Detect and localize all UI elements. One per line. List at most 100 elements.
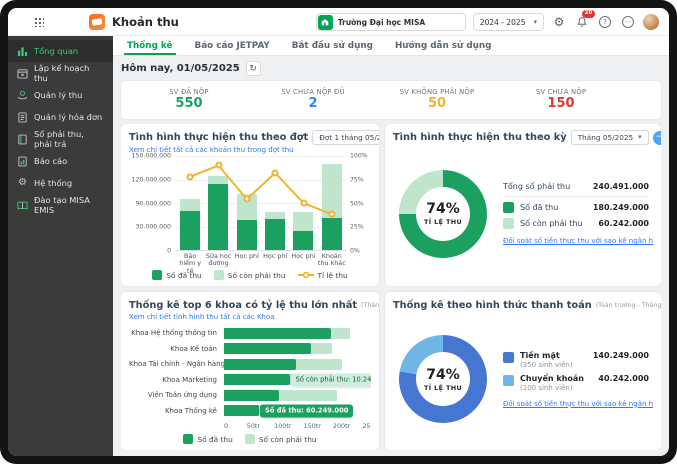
ledger-icon	[17, 134, 28, 145]
donut2-label: TỈ LỆ THU	[424, 384, 462, 392]
panel4-stats: Tiền mặt(350 sinh viên) 140.249.000 Chuyển…	[503, 351, 651, 408]
panel3-detail-link[interactable]: Xem chi tiết tình hình thu tất cả các Kh…	[129, 313, 371, 321]
percent-tick: 75%	[350, 176, 364, 183]
tab-4[interactable]: Hướng dẫn sử dụng	[384, 36, 503, 55]
legend-item: Số còn phải thu	[214, 270, 286, 280]
content: Hôm nay, 01/05/2025 ↻ SV ĐÃ NỘP550SV CHƯ…	[113, 56, 669, 456]
sidebar-item-2[interactable]: Lập kế hoạch thu	[8, 62, 113, 84]
rate-point	[300, 200, 307, 207]
user-avatar[interactable]	[643, 14, 659, 30]
rate-point	[272, 169, 279, 176]
legend-row: Số đã thu 180.249.000	[503, 202, 649, 213]
refresh-button[interactable]: ↻	[246, 61, 261, 76]
sidebar-item-1[interactable]: Tổng quan	[8, 40, 113, 62]
payment-method-count: (350 sinh viên)	[520, 361, 573, 369]
panel4-subtitle: (Toàn trường - Tháng 05/2025)	[596, 302, 661, 309]
school-year-value: 2024 - 2025	[480, 18, 526, 27]
report-icon	[17, 156, 28, 167]
khoa-row: Khoa Kế toán	[129, 343, 371, 354]
sidebar-item-label: Đào tạo MISA EMIS	[34, 195, 104, 215]
payment-method-name: Tiền mặt	[520, 351, 573, 360]
chart-plot-area	[176, 156, 346, 251]
bar-track	[224, 343, 371, 354]
line-swatch	[298, 271, 314, 279]
tab-bar: Thống kêBáo cáo JETPAYBắt đầu sử dụngHướ…	[113, 36, 669, 56]
percent-tick: 0%	[350, 248, 360, 255]
panel-thu-theo-ky: Tình hình thực hiện thu theo kỳ Tháng 05…	[385, 124, 661, 286]
payment-method-info: Chuyển khoản(100 sinh viên)	[520, 374, 584, 392]
y-tick: 120.000.000	[132, 176, 171, 183]
khoa-row: Khoa MarketingSố còn phải thu: 10.242.00…	[129, 374, 371, 385]
x-tick: 250tr	[362, 422, 371, 430]
sidebar-item-4[interactable]: Quản lý hóa đơn	[8, 106, 113, 128]
tab-2[interactable]: Báo cáo JETPAY	[184, 36, 281, 55]
stacked-bar-line-chart: 150.000.000120.000.00090.000.00030.000.0…	[129, 156, 371, 268]
y-axis-labels: 150.000.000120.000.00090.000.00030.000.0…	[129, 156, 176, 251]
donut1-percent: 74%	[426, 201, 460, 217]
reconcile-link[interactable]: Đối soát số tiền thực thu với sao kê ngâ…	[503, 237, 649, 245]
school-year-dropdown[interactable]: 2024 - 2025 ▾	[473, 13, 544, 31]
x-tick: 150tr	[304, 422, 321, 430]
legend-swatch	[503, 202, 514, 213]
payment-method-value: 140.249.000	[593, 351, 649, 360]
settings-button[interactable]: ⚙	[551, 14, 567, 30]
khoa-label: Khoa Thống kê	[129, 407, 224, 415]
legend-label: Số đã thu	[197, 435, 232, 444]
panel-hinh-thuc-thanh-toan: Thống kê theo hình thức thanh toán (Toàn…	[385, 292, 661, 450]
tab-3[interactable]: Bắt đầu sử dụng	[281, 36, 384, 55]
sidebar-item-8[interactable]: Đào tạo MISA EMIS	[8, 194, 113, 216]
khoa-row: Viện Toán ứng dụng	[129, 390, 371, 401]
panel-top-khoa: Thống kê top 6 khoa có tỷ lệ thu lớn nhấ…	[121, 292, 379, 450]
help-button[interactable]: ?	[597, 14, 613, 30]
panel2-go-button[interactable]: →	[653, 131, 661, 145]
collected-bar	[224, 374, 290, 385]
bar-track	[224, 328, 371, 339]
date-row: Hôm nay, 01/05/2025 ↻	[121, 61, 661, 76]
sidebar-item-label: Sổ phải thu, phải trả	[34, 129, 104, 149]
sidebar-item-label: Lập kế hoạch thu	[34, 63, 104, 83]
reconcile-link[interactable]: Đối soát số tiền thực thu với sao kê ngâ…	[503, 400, 649, 408]
more-button[interactable]: ⋯	[620, 14, 636, 30]
school-selector[interactable]: Trường Đại học MISA	[316, 13, 466, 31]
dashboard-grid: Tình hình thực hiện thu theo đợt Đợt 1 t…	[121, 124, 661, 450]
sidebar-item-6[interactable]: Báo cáo	[8, 150, 113, 172]
collected-bar	[224, 390, 279, 401]
legend-value: 180.249.000	[593, 203, 649, 212]
horizontal-bar-chart: Khoa Hệ thống thông tinKhoa Kế toánKhoa …	[129, 323, 371, 432]
total-label: Tổng số phải thu	[503, 182, 570, 191]
stat-4: SV CHƯA NỘP150	[499, 88, 623, 111]
sidebar-item-label: Hệ thống	[34, 178, 72, 188]
collected-bar	[224, 405, 259, 416]
x-tick: 200tr	[333, 422, 350, 430]
rate-point	[215, 162, 222, 169]
payment-method-count: (100 sinh viên)	[520, 384, 584, 392]
legend-label: Số còn phải thu	[520, 219, 583, 228]
app-grid-menu-icon[interactable]	[34, 17, 44, 27]
sidebar-item-label: Quản lý thu	[34, 90, 82, 100]
dot-thu-dropdown[interactable]: Đợt 1 tháng 05/2025 ▾	[312, 130, 379, 145]
student-payment-stats-card: SV ĐÃ NỘP550SV CHƯA NỘP ĐỦ2SV KHÔNG PHẢI…	[121, 81, 661, 119]
stat-label: SV ĐÃ NỘP	[127, 88, 251, 96]
panel3-title: Thống kê top 6 khoa có tỷ lệ thu lớn nhấ…	[129, 300, 357, 311]
percent-tick: 50%	[350, 200, 364, 207]
rate-point	[187, 173, 194, 180]
notifications-button[interactable]: 20	[574, 14, 590, 30]
ky-thu-dropdown[interactable]: Tháng 05/2025 ▾	[571, 130, 649, 145]
sidebar-item-5[interactable]: Sổ phải thu, phải trả	[8, 128, 113, 150]
stat-value: 150	[499, 97, 623, 111]
legend-label: Số đã thu	[520, 203, 558, 212]
tab-1[interactable]: Thống kê	[116, 36, 184, 55]
legend-swatch	[503, 352, 514, 363]
payment-method-value: 40.242.000	[598, 374, 649, 383]
sidebar-item-3[interactable]: Quản lý thu	[8, 84, 113, 106]
today-label: Hôm nay, 01/05/2025	[121, 63, 240, 74]
chart-tooltip: Số đã thu: 60.249.000	[260, 404, 353, 417]
total-receivable-row: Tổng số phải thu240.491.000	[503, 182, 649, 197]
y-tick: 30.000.000	[136, 224, 171, 231]
sidebar-item-7[interactable]: ⚙Hệ thống	[8, 172, 113, 194]
collected-bar	[224, 328, 331, 339]
panel1-title: Tình hình thực hiện thu theo đợt	[129, 132, 308, 143]
khoa-row: Khoa Thống kê Số đã thu: 60.249.000	[129, 405, 371, 416]
collection-rate-donut: 74% TỈ LỆ THU	[399, 170, 487, 258]
category-label: Bảo hiểm y tế	[176, 251, 204, 268]
